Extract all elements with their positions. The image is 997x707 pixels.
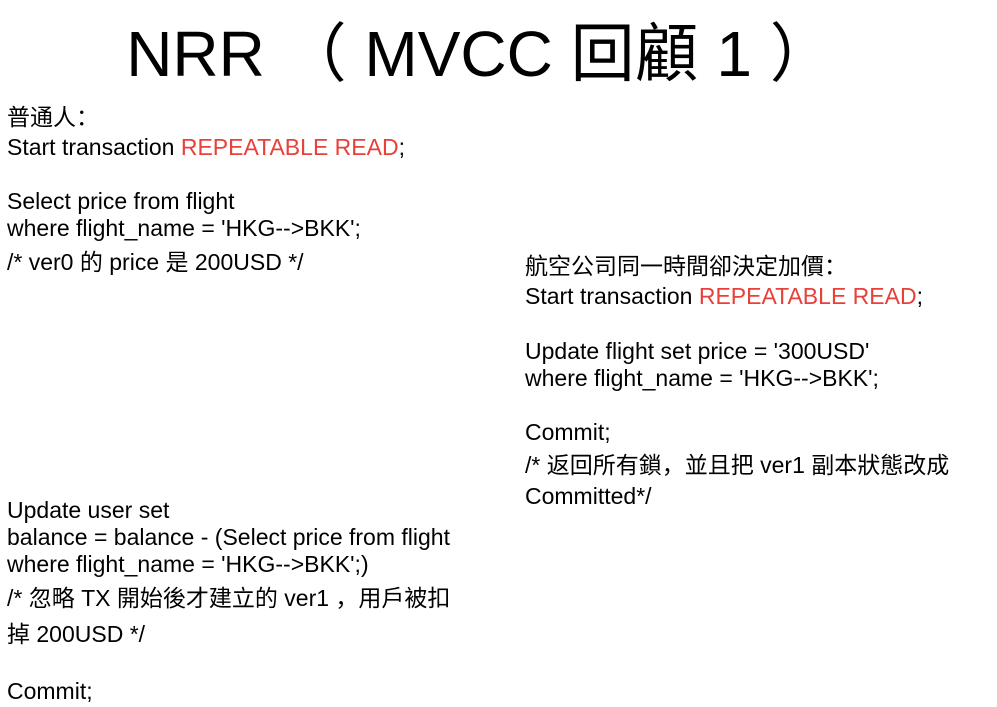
left-update-line-2: balance = balance - (Select price from f… xyxy=(7,524,450,550)
left-update-comment-2: 掉 200USD */ xyxy=(7,621,146,647)
left-select-comment: /* ver0 的 price 是 200USD */ xyxy=(7,249,304,275)
left-heading: 普通人： xyxy=(7,104,99,130)
slide-title: NRR （ MVCC 回顧 1 ） xyxy=(126,18,834,90)
left-update-comment-1: /* 忽略 TX 開始後才建立的 ver1 ，用戶被扣 xyxy=(7,585,451,611)
left-update-line-1: Update user set xyxy=(7,497,170,523)
right-start-suffix: ; xyxy=(916,283,923,309)
right-heading: 航空公司同一時間卻決定加價： xyxy=(525,253,847,279)
right-start-prefix: Start transaction xyxy=(525,283,699,309)
right-update-line-2: where flight_name = 'HKG-->BKK'; xyxy=(525,365,879,391)
left-update-line-3: where flight_name = 'HKG-->BKK';) xyxy=(7,551,369,577)
left-select-line-1: Select price from flight xyxy=(7,188,235,214)
left-start-suffix: ; xyxy=(398,134,405,160)
right-commit-comment-2: Committed*/ xyxy=(525,483,652,509)
right-commit: Commit; xyxy=(525,419,611,445)
left-isolation-level: REPEATABLE READ xyxy=(180,134,399,160)
right-start-transaction: Start transaction REPEATABLE READ; xyxy=(525,282,923,310)
left-select-line-2: where flight_name = 'HKG-->BKK'; xyxy=(7,215,361,241)
right-update-line-1: Update flight set price = '300USD' xyxy=(525,338,870,364)
left-start-prefix: Start transaction xyxy=(7,134,181,160)
right-isolation-level: REPEATABLE READ xyxy=(698,283,917,309)
left-commit: Commit; xyxy=(7,678,93,704)
left-start-transaction: Start transaction REPEATABLE READ; xyxy=(7,133,405,161)
right-commit-comment-1: /* 返回所有鎖，並且把 ver1 副本狀態改成 xyxy=(525,452,950,478)
